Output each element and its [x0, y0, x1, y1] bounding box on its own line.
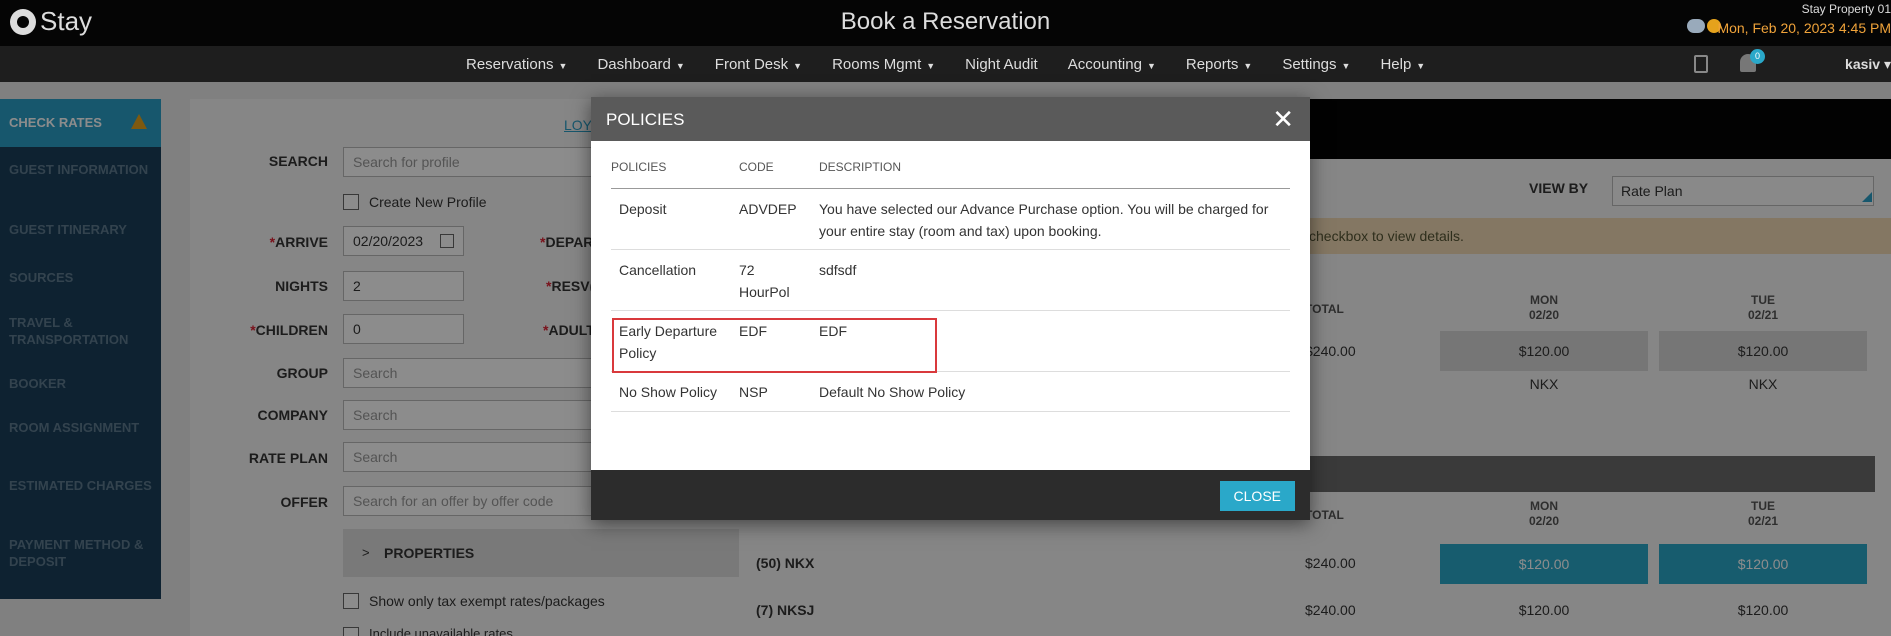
- caret-down-icon: ▼: [1146, 60, 1156, 71]
- caret-down-icon: ▼: [793, 60, 803, 71]
- page-title: Book a Reservation: [840, 8, 1051, 35]
- policy-name: Deposit: [619, 201, 667, 217]
- nav-item-label: Night Audit: [965, 55, 1038, 73]
- dialog-title: POLICIES: [606, 110, 685, 129]
- policy-description: You have selected our Advance Purchase o…: [819, 201, 1269, 239]
- policies-dialog: POLICIES ✕ POLICIES CODE DESCRIPTION Dep…: [591, 97, 1310, 520]
- caret-down-icon: ▼: [1243, 60, 1253, 71]
- policy-description: Default No Show Policy: [819, 384, 966, 400]
- nav-item-settings[interactable]: Settings ▼: [1282, 56, 1350, 73]
- caret-down-icon: ▼: [558, 60, 568, 71]
- policy-code: NSP: [739, 384, 768, 400]
- nav-item-label: Reports: [1185, 55, 1239, 73]
- nav-item-front-desk[interactable]: Front Desk ▼: [715, 56, 802, 73]
- dialog-header: POLICIES ✕: [591, 97, 1310, 141]
- nav-item-label: Rooms Mgmt: [832, 55, 922, 73]
- caret-down-icon: ▼: [1341, 60, 1351, 71]
- nav-item-reports[interactable]: Reports ▼: [1186, 56, 1252, 73]
- policy-code: 72 HourPol: [739, 262, 790, 300]
- table-row: No Show Policy NSP Default No Show Polic…: [611, 372, 1290, 412]
- nav-item-label: Dashboard: [597, 55, 671, 73]
- nav-item-rooms-mgmt[interactable]: Rooms Mgmt ▼: [832, 56, 935, 73]
- nav-item-dashboard[interactable]: Dashboard ▼: [597, 56, 684, 73]
- top-bar: Stay Book a Reservation Stay Property 01…: [0, 0, 1891, 46]
- column-header-code: CODE: [739, 160, 774, 174]
- close-icon[interactable]: ✕: [1272, 106, 1294, 132]
- property-name[interactable]: Stay Property 01: [1802, 2, 1891, 16]
- policy-code: ADVDEP: [739, 201, 797, 217]
- nav-item-reservations[interactable]: Reservations ▼: [466, 56, 567, 73]
- table-row: Deposit ADVDEP You have selected our Adv…: [611, 189, 1290, 250]
- status-icons: [1687, 19, 1721, 33]
- policy-description: sdfsdf: [819, 262, 857, 278]
- dialog-footer: CLOSE: [591, 470, 1310, 520]
- nav-item-help[interactable]: Help ▼: [1380, 56, 1425, 73]
- nav-item-label: Accounting: [1067, 55, 1142, 73]
- user-name: kasiv: [1845, 56, 1881, 72]
- column-header-policies: POLICIES: [611, 160, 667, 174]
- table-row: Cancellation 72 HourPol sdfsdf: [611, 250, 1290, 311]
- policy-name: No Show Policy: [619, 384, 718, 400]
- nav-item-night-audit[interactable]: Night Audit: [965, 56, 1038, 73]
- nav-item-label: Help: [1380, 55, 1412, 73]
- nav-item-label: Reservations: [466, 55, 554, 73]
- nav-item-accounting[interactable]: Accounting ▼: [1068, 56, 1156, 73]
- highlight-annotation: [612, 318, 937, 373]
- column-header-description: DESCRIPTION: [819, 160, 902, 174]
- notification-badge: 0: [1750, 49, 1765, 64]
- caret-down-icon: ▼: [675, 60, 685, 71]
- policy-name: Cancellation: [619, 262, 697, 278]
- clipboard-icon[interactable]: [1694, 55, 1708, 73]
- main-nav: Reservations ▼ Dashboard ▼ Front Desk ▼ Rooms …: [0, 46, 1891, 82]
- weather-cloud-icon: [1687, 19, 1705, 33]
- nav-item-label: Front Desk: [714, 55, 789, 73]
- nav-item-label: Settings: [1282, 55, 1337, 73]
- caret-down-icon: ▼: [926, 60, 936, 71]
- caret-down-icon: ▼: [1416, 60, 1426, 71]
- business-datetime: Mon, Feb 20, 2023 4:45 PM: [1717, 20, 1891, 36]
- user-menu[interactable]: kasiv ▾: [1845, 56, 1891, 73]
- close-button[interactable]: CLOSE: [1219, 481, 1295, 511]
